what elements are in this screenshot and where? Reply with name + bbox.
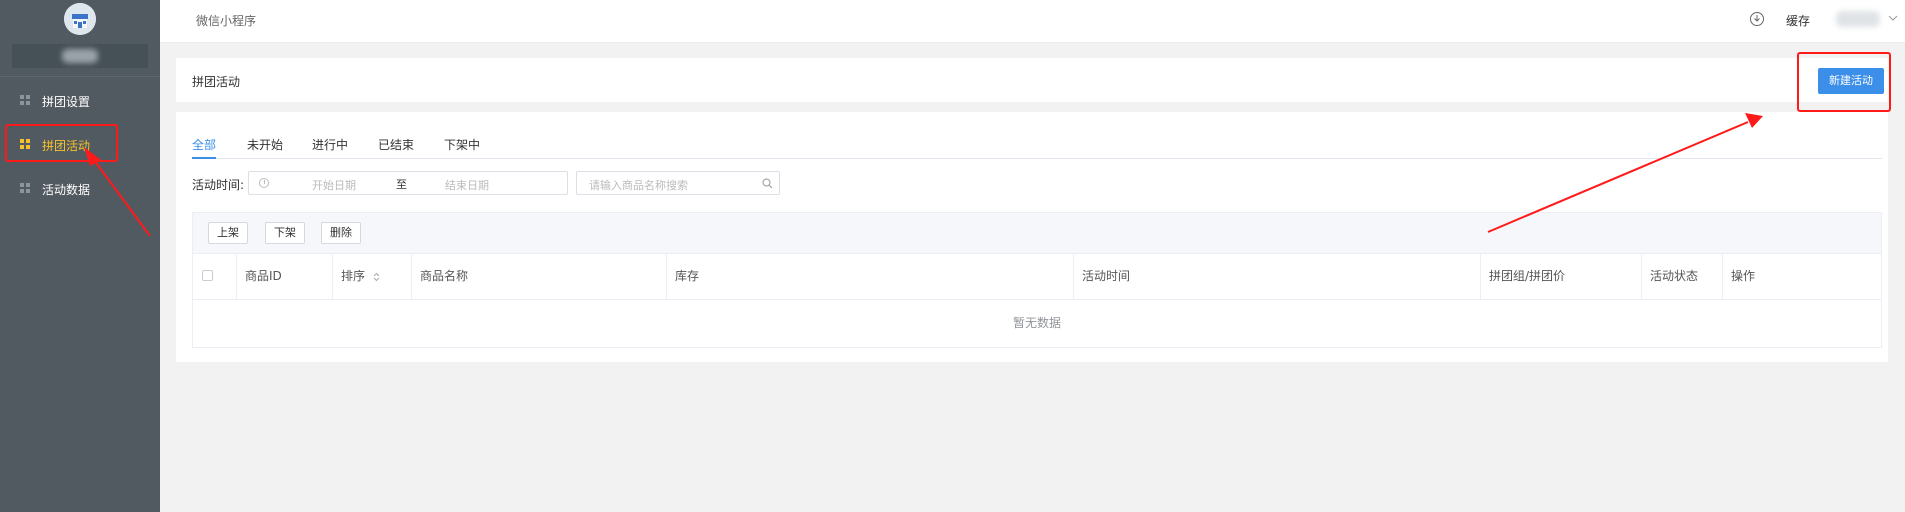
search-icon[interactable] xyxy=(762,178,773,189)
user-name-redacted[interactable] xyxy=(1836,11,1880,27)
delete-button[interactable]: 删除 xyxy=(321,222,361,244)
goods-table: 上架 下架 删除 商品ID 排序 商品名称 库存 活动时间 拼团组/拼团价 活动… xyxy=(192,212,1882,348)
cache-link[interactable]: 缓存 xyxy=(1786,12,1810,29)
activity-time-label: 活动时间: xyxy=(192,178,245,192)
select-all-checkbox[interactable] xyxy=(202,270,213,281)
put-on-shelf-button[interactable]: 上架 xyxy=(208,222,248,244)
tab-off-shelf[interactable]: 下架中 xyxy=(444,136,480,153)
active-tab-indicator xyxy=(192,157,216,159)
sidebar-item-label: 活动数据 xyxy=(42,183,91,197)
breadcrumb: 微信小程序 xyxy=(196,14,257,28)
tab-all[interactable]: 全部 xyxy=(192,136,216,153)
clock-icon xyxy=(259,178,269,188)
col-group-price: 拼团组/拼团价 xyxy=(1481,254,1642,299)
search-input[interactable]: 请输入商品名称搜索 xyxy=(576,171,780,195)
table-header: 商品ID 排序 商品名称 库存 活动时间 拼团组/拼团价 活动状态 操作 xyxy=(193,254,1881,300)
col-actions: 操作 xyxy=(1731,269,1756,283)
annotation-box-sidebar xyxy=(5,124,118,162)
table-toolbar: 上架 下架 删除 xyxy=(193,213,1881,254)
col-sort[interactable]: 排序 xyxy=(333,254,412,299)
store-name-redacted xyxy=(12,44,148,68)
col-goods-name: 商品名称 xyxy=(412,254,667,299)
search-placeholder: 请输入商品名称搜索 xyxy=(589,179,688,192)
sidebar-item-label: 拼团设置 xyxy=(42,95,91,109)
date-range-picker[interactable]: 开始日期 至 结束日期 xyxy=(248,171,568,195)
shop-logo-icon xyxy=(64,3,96,35)
annotation-box-new-button xyxy=(1797,52,1891,112)
chevron-down-icon[interactable] xyxy=(1888,14,1898,22)
sidebar-item-activity-data[interactable]: 活动数据 xyxy=(0,166,160,210)
end-date-input[interactable]: 结束日期 xyxy=(445,177,489,193)
date-separator: 至 xyxy=(396,178,407,191)
grid-icon xyxy=(20,183,31,194)
tab-ended[interactable]: 已结束 xyxy=(378,136,414,153)
sidebar: 拼团设置 拼团活动 活动数据 xyxy=(0,0,160,512)
take-off-shelf-button[interactable]: 下架 xyxy=(265,222,305,244)
col-stock: 库存 xyxy=(667,254,1074,299)
tab-bar-line xyxy=(192,158,1882,159)
tab-not-started[interactable]: 未开始 xyxy=(247,136,283,153)
col-sort-label: 排序 xyxy=(341,269,366,283)
sidebar-divider xyxy=(0,76,160,77)
page-header-card: 拼团活动 xyxy=(176,58,1888,102)
col-activity-time: 活动时间 xyxy=(1074,254,1481,299)
start-date-input[interactable]: 开始日期 xyxy=(312,177,356,193)
col-goods-id: 商品ID xyxy=(237,254,333,299)
main-card: 全部 未开始 进行中 已结束 下架中 活动时间: 开始日期 至 结束日期 请输入… xyxy=(176,112,1888,362)
sidebar-item-group-settings[interactable]: 拼团设置 xyxy=(0,78,160,122)
tab-in-progress[interactable]: 进行中 xyxy=(312,136,348,153)
sort-icon[interactable] xyxy=(373,272,380,282)
select-all-cell xyxy=(193,254,237,299)
download-circle-icon[interactable] xyxy=(1750,12,1764,26)
empty-state: 暂无数据 xyxy=(1012,316,1061,330)
top-bar: 微信小程序 缓存 xyxy=(160,0,1905,43)
page-title: 拼团活动 xyxy=(192,75,241,89)
grid-icon xyxy=(20,95,31,106)
col-activity-status: 活动状态 xyxy=(1642,254,1723,299)
